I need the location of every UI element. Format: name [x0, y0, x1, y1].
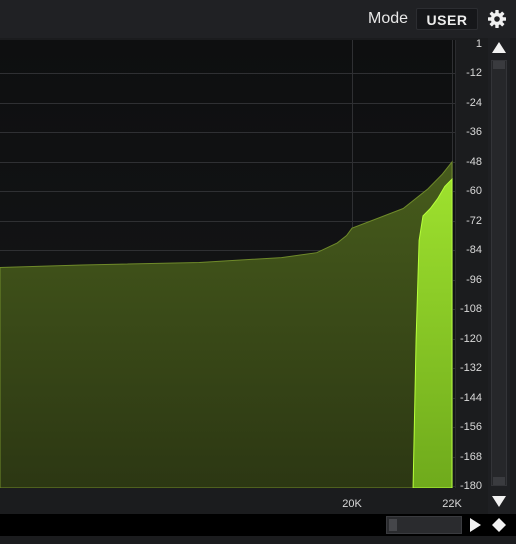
scroll-up-button[interactable]	[488, 38, 510, 58]
vertical-scroll-handle-bottom[interactable]	[493, 477, 505, 485]
vertical-scrollbar[interactable]	[488, 38, 510, 514]
spectrum-plot[interactable]	[0, 40, 456, 488]
gear-icon	[488, 10, 506, 28]
x-tick-label: 20K	[342, 498, 362, 510]
scroll-down-button[interactable]	[488, 490, 510, 512]
y-tick-label: -48	[466, 155, 482, 168]
diamond-icon	[492, 518, 506, 532]
y-tick-label: -132	[459, 362, 482, 375]
x-axis: 20K 22K	[0, 490, 470, 512]
vertical-scroll-handle-top[interactable]	[493, 61, 505, 69]
bottom-strip	[0, 536, 516, 544]
x-tick-label: 22K	[442, 498, 462, 510]
triangle-down-icon	[492, 496, 506, 507]
vertical-scroll-track[interactable]	[491, 60, 507, 486]
horizontal-scroll-handle[interactable]	[389, 519, 397, 531]
y-tick-label: -72	[466, 214, 482, 227]
y-tick-label: -168	[459, 450, 482, 463]
y-tick-label: -24	[466, 96, 482, 109]
mode-label: Mode	[368, 10, 409, 27]
y-tick-label: -36	[466, 126, 482, 139]
spectrum-chart	[0, 40, 456, 488]
triangle-up-icon	[492, 42, 506, 53]
scroll-right-button[interactable]	[466, 516, 484, 534]
horizontal-scroll-track[interactable]	[386, 516, 462, 534]
y-axis: 1 -12 -24 -36 -48 -60 -72 -84 -96 -108 -120 -132 -14…	[458, 38, 488, 492]
play-right-icon	[470, 518, 481, 532]
y-tick-label: -108	[459, 303, 482, 316]
y-tick-label: -84	[466, 244, 482, 257]
top-bar: Mode USER	[0, 0, 516, 38]
y-tick-label: -96	[466, 273, 482, 286]
mode-dropdown[interactable]: USER	[416, 8, 478, 30]
y-tick-label: -156	[459, 421, 482, 434]
zoom-reset-button[interactable]	[490, 516, 508, 534]
settings-button[interactable]	[486, 8, 508, 30]
y-tick-label: -120	[459, 332, 482, 345]
y-tick-label: -60	[466, 185, 482, 198]
y-tick-label: 1	[475, 38, 482, 50]
y-tick-label: -12	[466, 67, 482, 80]
y-tick-label: -144	[459, 391, 482, 404]
